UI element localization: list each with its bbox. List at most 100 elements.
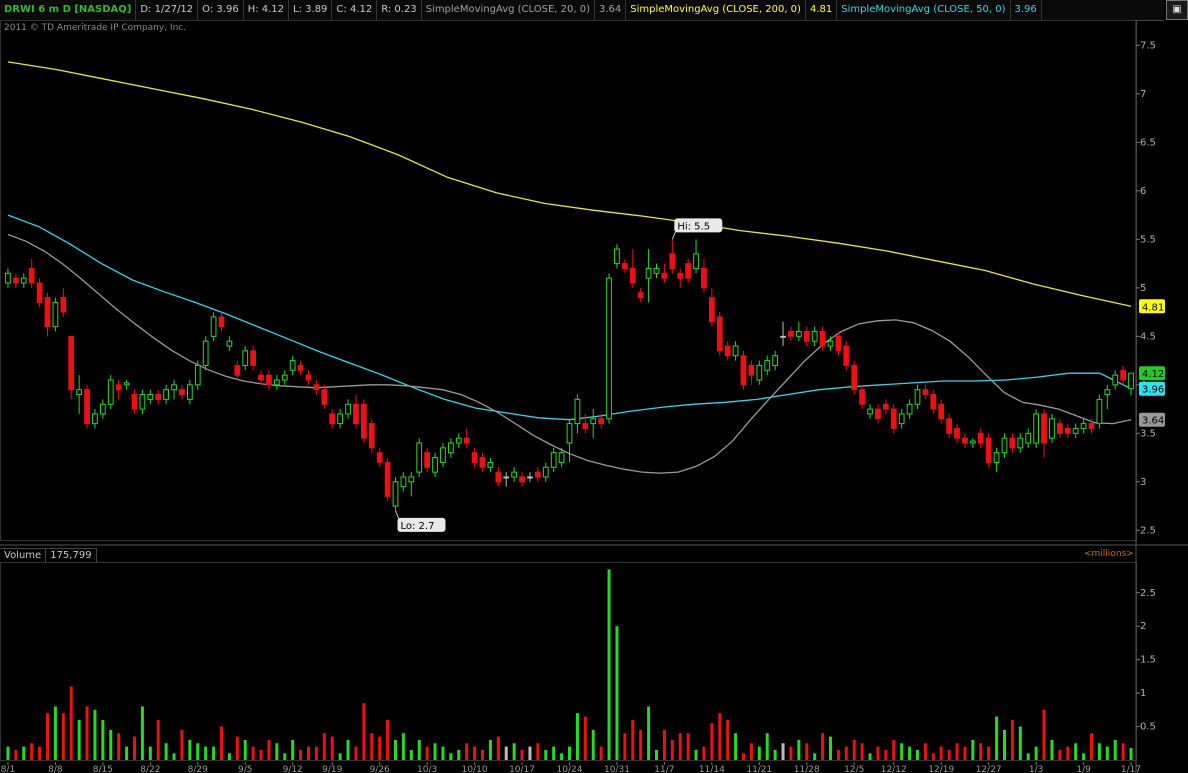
volume-bar: [409, 749, 413, 760]
candle-body: [266, 374, 272, 386]
candle-body: [297, 364, 304, 371]
volume-bar: [1034, 746, 1038, 760]
volume-value: 175,799: [46, 548, 97, 562]
candle-body: [542, 466, 549, 478]
volume-bar: [1105, 746, 1109, 760]
candle-body: [424, 452, 431, 468]
candle-body: [273, 379, 280, 386]
volume-bar: [267, 739, 271, 760]
candle-body: [408, 476, 415, 483]
volume-bar: [947, 749, 951, 760]
volume-bar: [908, 746, 912, 760]
volume-bar: [394, 739, 397, 760]
candle-body: [353, 403, 359, 425]
volume-bar: [504, 746, 508, 760]
lo-annotation-label: Lo: 2.7: [401, 521, 435, 532]
price-panel-frame: [0, 20, 1137, 541]
candle-body: [384, 461, 391, 497]
candle-body: [281, 374, 288, 381]
candle-body: [764, 360, 771, 371]
candle-body: [479, 457, 486, 468]
date-tick-label: 12/27: [976, 765, 1002, 773]
date-tick-label: 8/22: [140, 765, 160, 773]
volume-bar: [109, 729, 113, 760]
candle-body: [1056, 423, 1063, 434]
candle-body: [258, 374, 264, 381]
candle-body: [669, 253, 676, 269]
date-tick-label: 11/7: [654, 765, 674, 773]
date-tick-label: 9/5: [238, 765, 252, 773]
volume-bar: [552, 746, 556, 760]
candle-body: [701, 267, 707, 289]
candle-body: [321, 389, 328, 405]
volume-bar: [939, 746, 943, 760]
volume-units: <millions>: [1084, 549, 1134, 559]
volume-bar: [670, 739, 674, 760]
volume-bar: [686, 733, 690, 760]
date-tick-label: 8/8: [48, 765, 63, 773]
volume-tick-label: 2: [1140, 621, 1146, 632]
candle-body: [139, 394, 146, 410]
price-tick-label: 5: [1140, 283, 1146, 294]
volume-bar: [520, 749, 524, 760]
volume-bar: [1113, 739, 1117, 760]
volume-bar: [749, 743, 753, 760]
volume-bar: [678, 733, 682, 760]
date-tick-label: 10/10: [462, 765, 488, 773]
volume-bar: [860, 743, 864, 760]
volume-bar: [742, 753, 745, 760]
volume-bar: [133, 736, 136, 760]
volume-bar: [916, 749, 919, 760]
candle-body: [629, 267, 636, 284]
candle-body: [614, 248, 620, 265]
volume-bar: [662, 729, 666, 760]
candle-body: [1096, 398, 1103, 425]
candle-body: [115, 384, 122, 391]
candle-body: [930, 394, 937, 410]
candle-body: [827, 340, 834, 347]
volume-bar: [568, 746, 571, 760]
candle-body: [534, 471, 541, 478]
candle-body: [574, 398, 581, 425]
candle-body: [851, 364, 858, 391]
price-volume-chart[interactable]: 2.533.544.555.566.577.50.511.522.58/18/8…: [0, 0, 1188, 773]
candle-body: [218, 316, 225, 328]
candle-body: [653, 267, 660, 274]
volume-bar: [488, 739, 492, 760]
volume-bar: [30, 743, 34, 760]
candle-body: [748, 364, 755, 376]
volume-bar: [1058, 749, 1062, 760]
candle-body: [772, 355, 779, 366]
volume-bar: [829, 736, 832, 760]
candle-body: [1104, 389, 1111, 396]
date-tick-label: 12/5: [844, 765, 864, 773]
price-tick-label: 4.5: [1140, 331, 1156, 342]
candle-body: [724, 345, 731, 357]
candle-body: [882, 403, 889, 410]
volume-bar: [639, 729, 643, 760]
candle-body: [1025, 432, 1032, 444]
volume-bar: [433, 743, 437, 760]
candle-body: [1080, 423, 1087, 429]
date-tick-label: 10/3: [417, 765, 437, 773]
candle-body: [155, 394, 162, 400]
candle-body: [368, 423, 375, 449]
candle-body: [795, 330, 802, 337]
volume-bar: [591, 729, 595, 760]
candle-body: [99, 403, 106, 415]
volume-bar: [496, 736, 500, 760]
candle-body: [1009, 437, 1016, 449]
volume-bar: [1026, 753, 1030, 760]
candle-body: [788, 330, 794, 337]
volume-bar: [813, 753, 817, 760]
volume-bar: [38, 746, 42, 760]
volume-bar: [583, 716, 587, 760]
volume-bar: [1018, 726, 1022, 760]
date-tick-label: 8/15: [93, 765, 113, 773]
close-last-badge: 4.12: [1142, 369, 1164, 380]
volume-bar: [789, 746, 793, 760]
candle-body: [906, 403, 913, 415]
volume-bar: [844, 746, 848, 760]
candle-body: [693, 253, 699, 269]
volume-bar: [1121, 743, 1125, 760]
